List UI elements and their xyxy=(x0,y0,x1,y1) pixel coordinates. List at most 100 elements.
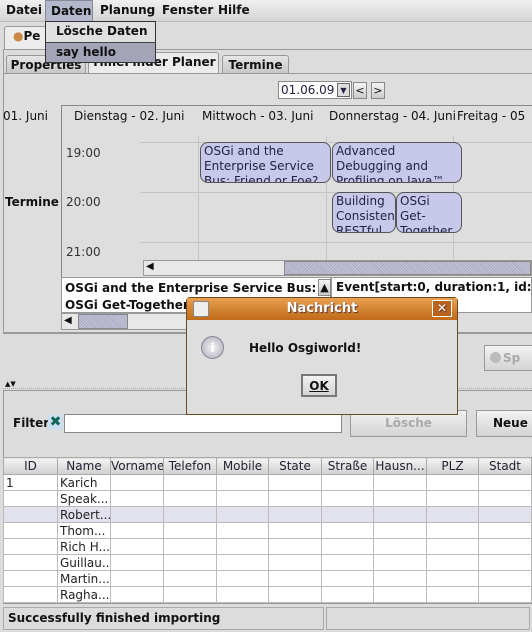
table-cell[interactable] xyxy=(216,490,269,507)
column-header[interactable]: State xyxy=(268,457,322,475)
table-cell[interactable] xyxy=(268,506,322,523)
table-cell[interactable] xyxy=(216,522,269,539)
table-cell[interactable]: Ragha... xyxy=(57,586,111,603)
table-cell[interactable] xyxy=(3,522,58,539)
table-cell[interactable]: Karich xyxy=(57,474,111,491)
dialog-title-bar[interactable]: Nachricht ✕ xyxy=(187,298,457,320)
scroll-thumb[interactable] xyxy=(284,261,531,275)
table-cell[interactable] xyxy=(163,538,217,555)
scroll-left-icon[interactable]: ◀ xyxy=(64,315,72,326)
table-cell[interactable] xyxy=(426,522,479,539)
table-cell[interactable]: Robert... xyxy=(57,506,111,523)
table-cell[interactable] xyxy=(426,554,479,571)
menu-planung[interactable]: Planung xyxy=(100,3,155,17)
table-cell[interactable] xyxy=(373,522,427,539)
table-row[interactable]: 1 Karich xyxy=(3,474,532,491)
table-cell[interactable] xyxy=(373,554,427,571)
menu-datei[interactable]: Datei xyxy=(6,3,42,17)
table-cell[interactable] xyxy=(321,474,374,491)
table-cell[interactable] xyxy=(321,538,374,555)
table-cell[interactable] xyxy=(110,586,164,603)
table-cell[interactable] xyxy=(3,490,58,507)
table-cell[interactable] xyxy=(3,506,58,523)
table-cell[interactable] xyxy=(268,586,322,603)
event-block[interactable]: OSGi Get-Together xyxy=(396,192,462,233)
table-cell[interactable] xyxy=(478,490,532,507)
tab-termine[interactable]: Termine xyxy=(222,55,289,75)
scroll-left-icon[interactable]: ◀ xyxy=(146,261,154,272)
prev-button[interactable]: < xyxy=(353,82,367,99)
filter-input[interactable] xyxy=(64,414,342,433)
table-cell[interactable] xyxy=(3,538,58,555)
table-cell[interactable] xyxy=(110,570,164,587)
event-block[interactable]: OSGi and the Enterprise Service Bus: Fri… xyxy=(200,142,331,183)
table-cell[interactable] xyxy=(478,586,532,603)
table-cell[interactable] xyxy=(163,570,217,587)
table-cell[interactable] xyxy=(110,522,164,539)
side-button[interactable]: Sp xyxy=(484,345,532,371)
table-cell[interactable] xyxy=(163,522,217,539)
table-cell[interactable] xyxy=(426,538,479,555)
table-cell[interactable] xyxy=(426,570,479,587)
table-cell[interactable]: Rich H... xyxy=(57,538,111,555)
table-cell[interactable]: Thom... xyxy=(57,522,111,539)
table-cell[interactable] xyxy=(163,474,217,491)
table-cell[interactable] xyxy=(216,506,269,523)
table-cell[interactable] xyxy=(321,506,374,523)
table-cell[interactable] xyxy=(478,506,532,523)
table-cell[interactable] xyxy=(426,506,479,523)
table-row[interactable]: Speak... xyxy=(3,490,532,507)
column-header[interactable]: Telefon xyxy=(163,457,217,475)
table-cell[interactable] xyxy=(321,570,374,587)
table-cell[interactable] xyxy=(216,586,269,603)
table-cell[interactable] xyxy=(426,586,479,603)
collapse-arrows-icon[interactable]: ▲▼ xyxy=(5,380,16,388)
table-cell[interactable] xyxy=(373,538,427,555)
menu-hilfe[interactable]: Hilfe xyxy=(218,3,250,17)
table-cell[interactable] xyxy=(3,586,58,603)
table-cell[interactable] xyxy=(321,490,374,507)
table-cell[interactable] xyxy=(268,522,322,539)
column-header[interactable]: Hausn... xyxy=(373,457,427,475)
table-cell[interactable] xyxy=(3,554,58,571)
date-combo[interactable]: 01.06.09 ▼ xyxy=(278,81,352,99)
table-cell[interactable] xyxy=(478,554,532,571)
menu-item-loesche-daten[interactable]: Lösche Daten xyxy=(46,22,155,42)
table-cell[interactable] xyxy=(163,554,217,571)
table-cell[interactable] xyxy=(373,490,427,507)
column-header[interactable]: ID xyxy=(3,457,58,475)
table-cell[interactable] xyxy=(373,506,427,523)
table-cell[interactable] xyxy=(268,554,322,571)
table-cell[interactable] xyxy=(110,506,164,523)
scroll-thumb[interactable] xyxy=(78,314,128,329)
table-cell[interactable] xyxy=(163,490,217,507)
table-cell[interactable] xyxy=(373,586,427,603)
menu-fenster[interactable]: Fenster xyxy=(162,3,213,17)
table-cell[interactable] xyxy=(478,522,532,539)
table-cell[interactable] xyxy=(478,474,532,491)
table-cell[interactable] xyxy=(426,474,479,491)
table-cell[interactable] xyxy=(268,538,322,555)
table-cell[interactable] xyxy=(478,570,532,587)
chevron-down-icon[interactable]: ▼ xyxy=(337,83,350,97)
table-row[interactable]: Ragha... xyxy=(3,586,532,603)
table-cell[interactable] xyxy=(216,554,269,571)
column-header[interactable]: Vorname xyxy=(110,457,164,475)
event-block[interactable]: Advanced Debugging and Profiling on Java… xyxy=(332,142,462,183)
table-cell[interactable] xyxy=(216,474,269,491)
table-cell[interactable] xyxy=(268,570,322,587)
table-cell[interactable] xyxy=(163,506,217,523)
table-cell[interactable] xyxy=(163,586,217,603)
column-header[interactable]: Stadt xyxy=(478,457,532,475)
menu-daten[interactable]: Daten xyxy=(45,0,93,22)
event-block[interactable]: Building Consistent RESTful xyxy=(332,192,396,233)
table-cell[interactable] xyxy=(321,554,374,571)
table-cell[interactable] xyxy=(321,586,374,603)
table-cell[interactable] xyxy=(216,538,269,555)
table-cell[interactable] xyxy=(216,570,269,587)
new-button[interactable]: Neue xyxy=(476,410,532,437)
table-row[interactable]: Thom... xyxy=(3,522,532,539)
ok-button[interactable]: OK xyxy=(301,374,337,397)
table-cell[interactable] xyxy=(478,538,532,555)
table-cell[interactable] xyxy=(373,570,427,587)
